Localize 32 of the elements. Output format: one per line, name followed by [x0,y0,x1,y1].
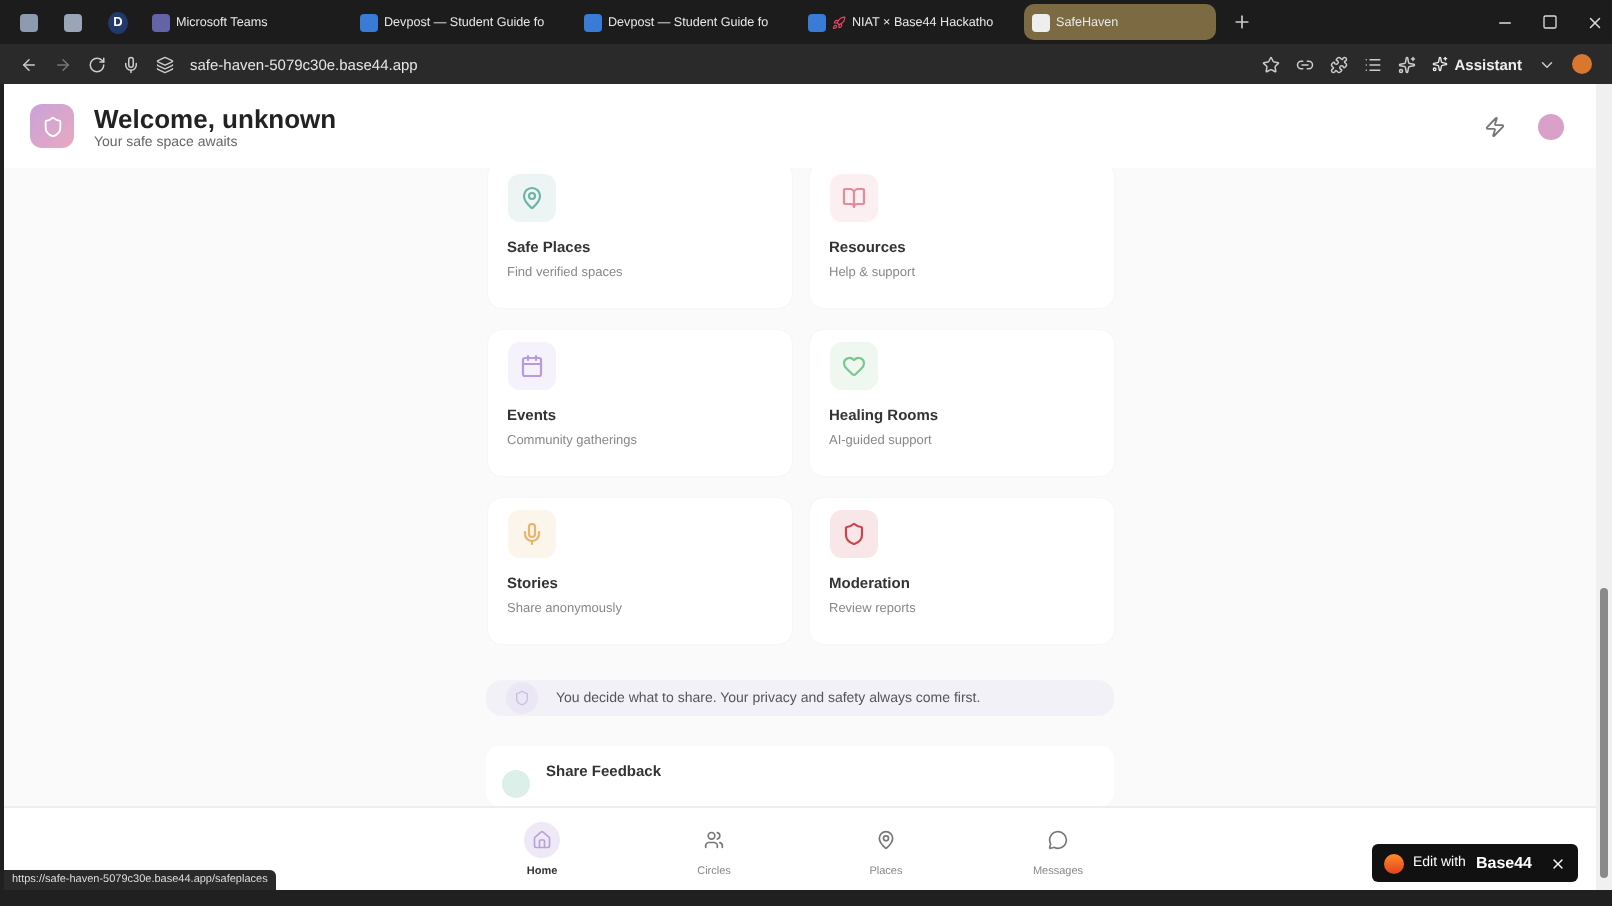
forward-icon[interactable] [54,55,72,73]
site-icon [64,13,82,31]
site-icon [20,13,38,31]
scrollbar[interactable] [1596,84,1612,890]
nav-icon [524,821,560,857]
list-icon[interactable] [1364,55,1383,73]
rocket-icon [832,15,846,29]
site-icon [1032,13,1050,31]
welcome-title: Welcome, unknown [94,103,337,133]
lightning-icon[interactable] [1484,115,1506,137]
site-icon [360,13,378,31]
new-tab-icon[interactable] [1232,12,1252,32]
sparkle-icon [1432,56,1449,72]
site-icon [152,13,170,31]
feedback-icon [502,770,530,798]
microphone-icon[interactable] [122,55,140,73]
profile-avatar[interactable] [1572,54,1592,74]
site-icon [156,55,174,73]
back-icon[interactable] [20,55,38,73]
extensions-icon[interactable] [1330,55,1349,73]
site-icon [584,13,602,31]
badge-brand: Base44 [1475,854,1532,872]
link-icon[interactable] [1296,55,1315,73]
shield-logo-icon [30,104,74,148]
close-icon[interactable] [1586,13,1604,31]
sparkle-icon[interactable] [1398,55,1417,73]
reload-icon[interactable] [88,55,106,73]
star-icon[interactable] [1262,55,1281,73]
site-icon [808,13,826,31]
base44-logo-icon [1383,853,1403,873]
maximize-icon[interactable] [1542,14,1558,30]
scrollbar-thumb[interactable] [1600,588,1608,878]
